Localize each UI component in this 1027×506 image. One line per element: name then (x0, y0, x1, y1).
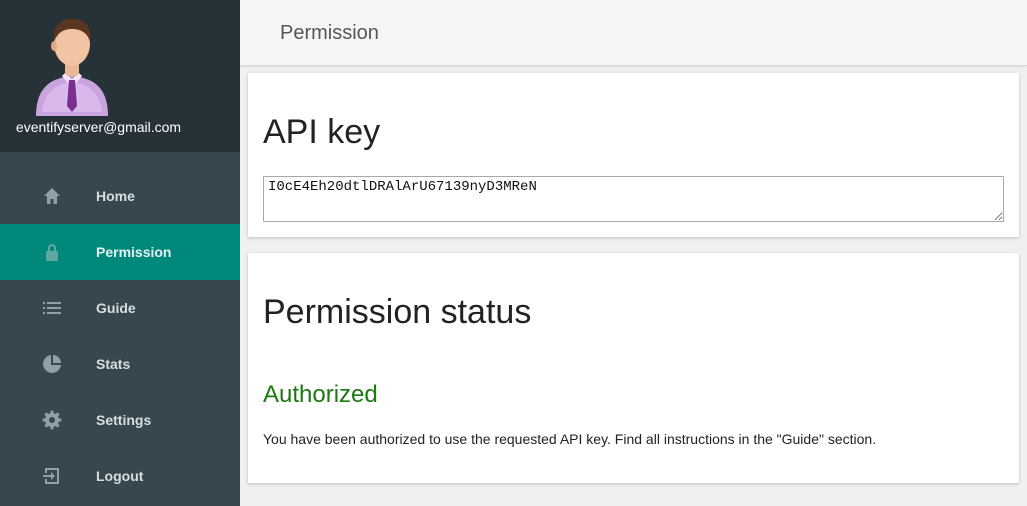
permission-status-card: Permission status Authorized You have be… (248, 253, 1019, 483)
page-title: Permission (280, 22, 379, 44)
sidebar-item-label: Stats (96, 356, 131, 372)
sidebar-item-label: Guide (96, 300, 136, 316)
status-description: You have been authorized to use the requ… (263, 431, 877, 447)
sidebar-item-settings[interactable]: Settings (0, 392, 240, 448)
api-key-field[interactable]: I0cE4Eh20dtlDRAlArU67139nyD3MReN (263, 176, 1004, 222)
sidebar-item-logout[interactable]: Logout (0, 448, 240, 504)
logout-icon (42, 466, 62, 486)
api-key-card: API key I0cE4Eh20dtlDRAlArU67139nyD3MReN (248, 73, 1019, 237)
list-icon (42, 298, 62, 318)
lock-icon (42, 242, 62, 262)
gear-icon (42, 410, 62, 430)
sidebar: eventifyserver@gmail.com Home Permission (0, 0, 240, 506)
pie-chart-icon (42, 354, 62, 374)
avatar (36, 18, 108, 116)
sidebar-item-home[interactable]: Home (0, 168, 240, 224)
top-bar: Permission (240, 0, 1027, 66)
api-key-heading: API key (263, 113, 381, 151)
permission-status-heading: Permission status (263, 293, 532, 331)
app-root: eventifyserver@gmail.com Home Permission (0, 0, 1027, 506)
sidebar-item-permission[interactable]: Permission (0, 224, 240, 280)
status-badge: Authorized (263, 381, 378, 408)
user-email: eventifyserver@gmail.com (15, 119, 182, 135)
sidebar-item-label: Logout (96, 468, 144, 484)
sidebar-item-label: Home (96, 188, 135, 204)
sidebar-item-guide[interactable]: Guide (0, 280, 240, 336)
home-icon (42, 186, 62, 206)
sidebar-item-label: Permission (96, 244, 172, 260)
profile-panel: eventifyserver@gmail.com (0, 0, 240, 152)
sidebar-item-stats[interactable]: Stats (0, 336, 240, 392)
sidebar-nav: Home Permission Guide Stats Settings Log… (0, 168, 240, 504)
sidebar-item-label: Settings (96, 412, 152, 428)
